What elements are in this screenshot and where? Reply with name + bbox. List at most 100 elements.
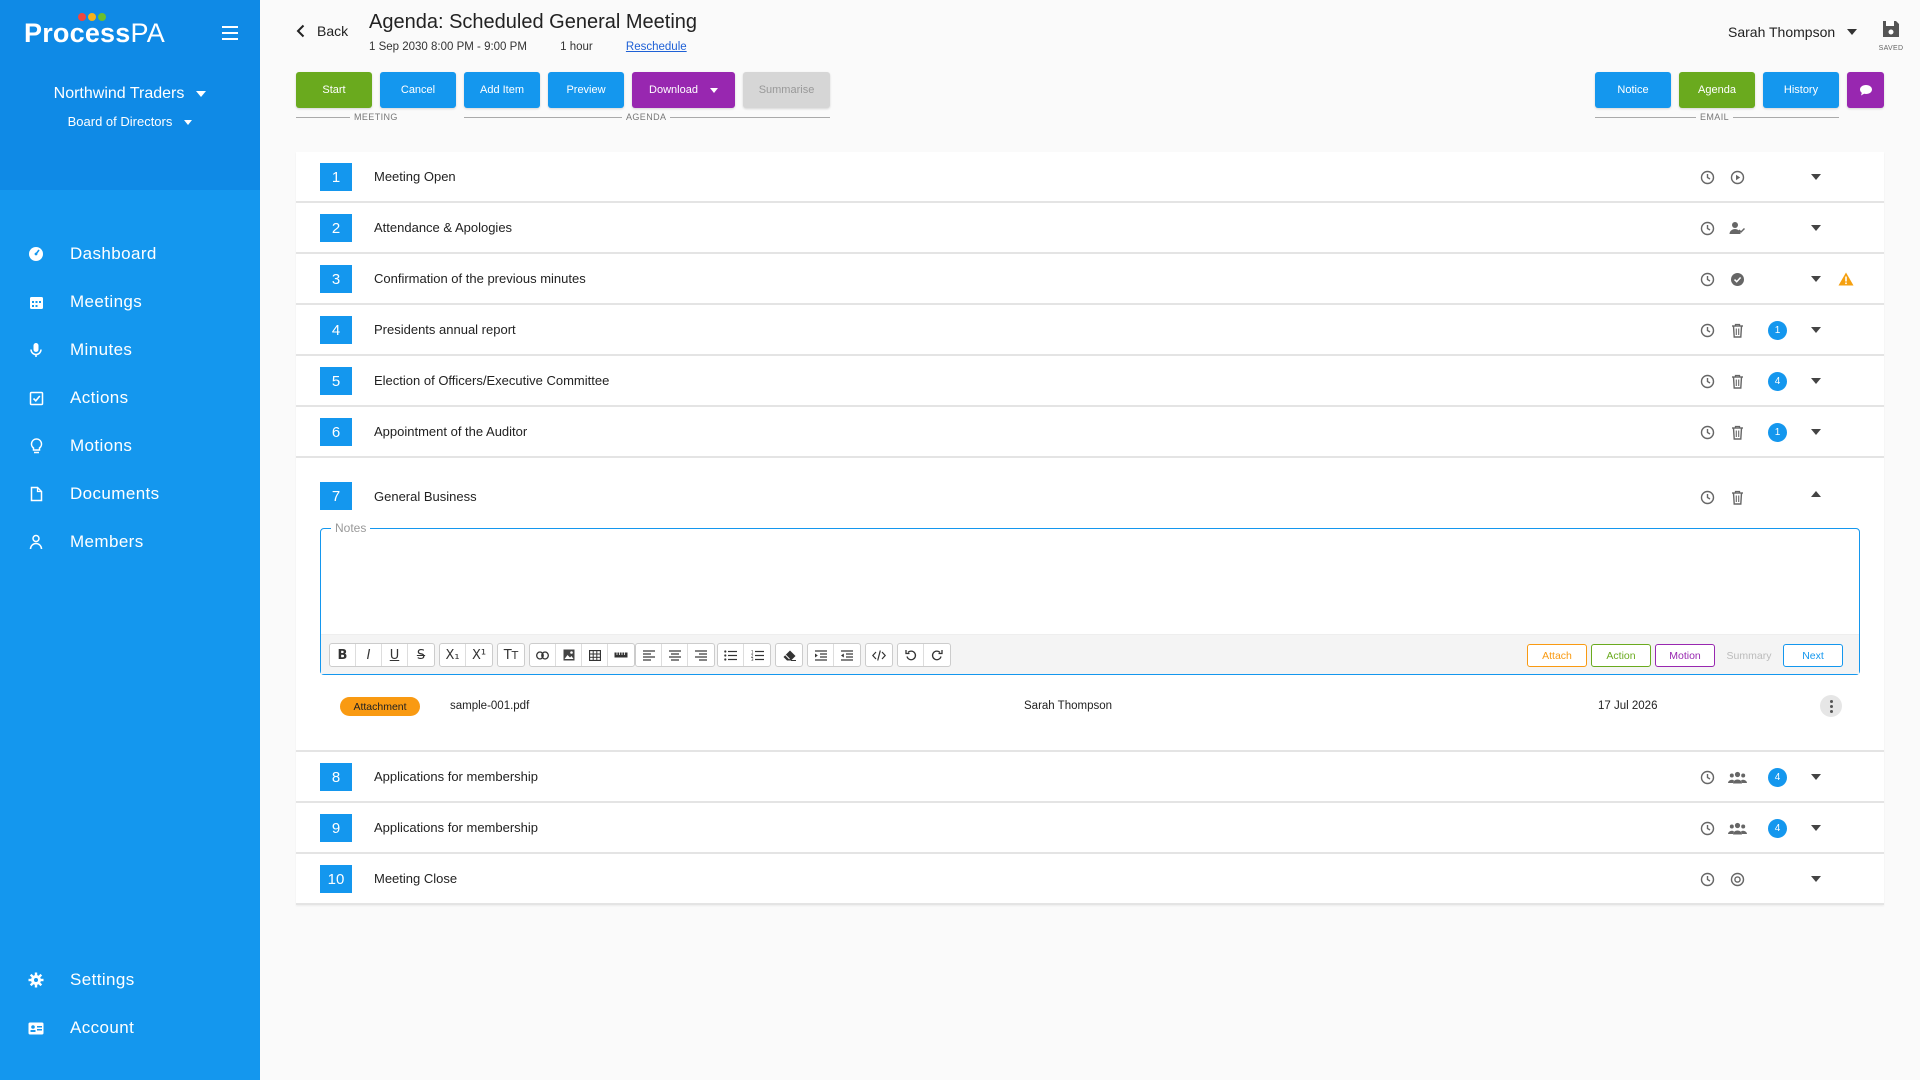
chevron-down-icon[interactable]	[1811, 276, 1821, 282]
agenda-item[interactable]: 4 Presidents annual report 1	[296, 305, 1884, 356]
start-button[interactable]: Start	[296, 72, 372, 108]
board-selector[interactable]: Board of Directors	[0, 114, 260, 129]
underline-icon[interactable]: U	[382, 644, 408, 666]
chevron-down-icon[interactable]	[1811, 429, 1821, 435]
nav-item-account[interactable]: Account	[0, 1004, 260, 1052]
code-icon[interactable]	[866, 644, 892, 666]
attachment-filename[interactable]: sample-001.pdf	[450, 700, 529, 712]
nav-item-members[interactable]: Members	[0, 518, 260, 566]
clock-icon[interactable]	[1699, 820, 1715, 836]
image-icon[interactable]	[556, 644, 582, 666]
motion-button[interactable]: Motion	[1655, 644, 1715, 667]
agenda-item[interactable]: 8 Applications for membership 4	[296, 752, 1884, 803]
clock-icon[interactable]	[1699, 871, 1715, 887]
chevron-down-icon[interactable]	[1811, 174, 1821, 180]
nav-item-minutes[interactable]: Minutes	[0, 326, 260, 374]
chevron-down-icon[interactable]	[1811, 378, 1821, 384]
add-item-button[interactable]: Add Item	[464, 72, 540, 108]
more-vert-icon[interactable]	[1820, 695, 1842, 717]
agenda-item[interactable]: 1 Meeting Open	[296, 152, 1884, 203]
agenda-item[interactable]: 10 Meeting Close	[296, 854, 1884, 905]
chevron-up-icon[interactable]	[1811, 491, 1821, 497]
font-size-icon[interactable]: TT	[498, 644, 524, 666]
agenda-item-expanded[interactable]: 7 General Business Notes B I U S X₁ X¹ T…	[296, 458, 1884, 752]
summarise-button[interactable]: Summarise	[743, 72, 830, 108]
org-selector[interactable]: Northwind Traders	[0, 85, 260, 103]
outdent-icon[interactable]	[834, 644, 860, 666]
agenda-item[interactable]: 6 Appointment of the Auditor 1	[296, 407, 1884, 458]
agenda-email-button[interactable]: Agenda	[1679, 72, 1755, 108]
menu-icon[interactable]	[222, 26, 238, 40]
clock-icon[interactable]	[1699, 271, 1715, 287]
bold-icon[interactable]: B	[330, 644, 356, 666]
trash-icon[interactable]	[1729, 489, 1745, 505]
next-button[interactable]: Next	[1783, 644, 1843, 667]
clock-icon[interactable]	[1699, 769, 1715, 785]
chevron-down-icon[interactable]	[1811, 225, 1821, 231]
align-left-icon[interactable]	[636, 644, 662, 666]
summary-button[interactable]: Summary	[1719, 644, 1779, 667]
trash-icon[interactable]	[1729, 322, 1745, 338]
stop-circle-icon[interactable]	[1729, 871, 1745, 887]
undo-icon[interactable]	[898, 644, 924, 666]
clock-icon[interactable]	[1699, 169, 1715, 185]
action-button[interactable]: Action	[1591, 644, 1651, 667]
table-icon[interactable]	[582, 644, 608, 666]
cancel-button[interactable]: Cancel	[380, 72, 456, 108]
eraser-icon[interactable]	[776, 644, 802, 666]
download-button[interactable]: Download	[632, 72, 735, 108]
item-number: 2	[320, 214, 352, 242]
clock-icon[interactable]	[1699, 424, 1715, 440]
user-menu[interactable]: Sarah Thompson	[1728, 24, 1858, 40]
align-right-icon[interactable]	[688, 644, 714, 666]
nav-item-settings[interactable]: Settings	[0, 956, 260, 1004]
back-button[interactable]: Back	[296, 23, 348, 39]
check-circle-icon[interactable]	[1729, 271, 1745, 287]
attach-button[interactable]: Attach	[1527, 644, 1587, 667]
play-circle-icon[interactable]	[1729, 169, 1745, 185]
chevron-down-icon[interactable]	[1811, 774, 1821, 780]
ruler-icon[interactable]	[608, 644, 634, 666]
agenda-item[interactable]: 2 Attendance & Apologies	[296, 203, 1884, 254]
trash-icon[interactable]	[1729, 424, 1745, 440]
notice-button[interactable]: Notice	[1595, 72, 1671, 108]
clock-icon[interactable]	[1699, 373, 1715, 389]
nav-item-documents[interactable]: Documents	[0, 470, 260, 518]
strikethrough-icon[interactable]: S	[408, 644, 434, 666]
agenda-item[interactable]: 3 Confirmation of the previous minutes	[296, 254, 1884, 305]
notes-editor[interactable]: Notes B I U S X₁ X¹ TT 1 2 3 Attach Acti…	[320, 521, 1860, 675]
nav-item-dashboard[interactable]: Dashboard	[0, 230, 260, 278]
redo-icon[interactable]	[924, 644, 950, 666]
group-icon[interactable]	[1727, 769, 1747, 785]
subscript-icon[interactable]: X₁	[440, 644, 466, 666]
chevron-down-icon[interactable]	[1811, 876, 1821, 882]
chevron-down-icon[interactable]	[1811, 825, 1821, 831]
clock-icon[interactable]	[1699, 220, 1715, 236]
italic-icon[interactable]: I	[356, 644, 382, 666]
bullet-list-icon[interactable]	[718, 644, 744, 666]
clock-icon[interactable]	[1699, 489, 1715, 505]
superscript-icon[interactable]: X¹	[466, 644, 492, 666]
user-check-icon[interactable]	[1729, 220, 1745, 236]
item-title: Attendance & Apologies	[374, 220, 513, 235]
nav-item-meetings[interactable]: Meetings	[0, 278, 260, 326]
clock-icon[interactable]	[1699, 322, 1715, 338]
nav-item-motions[interactable]: Motions	[0, 422, 260, 470]
group-icon[interactable]	[1727, 820, 1747, 836]
agenda-item[interactable]: 5 Election of Officers/Executive Committ…	[296, 356, 1884, 407]
preview-button[interactable]: Preview	[548, 72, 624, 108]
history-button[interactable]: History	[1763, 72, 1839, 108]
item-number: 8	[320, 763, 352, 791]
trash-icon[interactable]	[1729, 373, 1745, 389]
chat-button[interactable]	[1847, 72, 1884, 108]
save-status[interactable]: SAVED	[1878, 20, 1904, 52]
indent-icon[interactable]	[808, 644, 834, 666]
nav-item-actions[interactable]: Actions	[0, 374, 260, 422]
link-icon[interactable]	[530, 644, 556, 666]
numbered-list-icon[interactable]: 123	[744, 644, 770, 666]
chevron-down-icon[interactable]	[1811, 327, 1821, 333]
agenda-item[interactable]: 9 Applications for membership 4	[296, 803, 1884, 854]
reschedule-link[interactable]: Reschedule	[626, 41, 687, 53]
align-center-icon[interactable]	[662, 644, 688, 666]
app-logo[interactable]: ProcessPA	[24, 18, 165, 49]
